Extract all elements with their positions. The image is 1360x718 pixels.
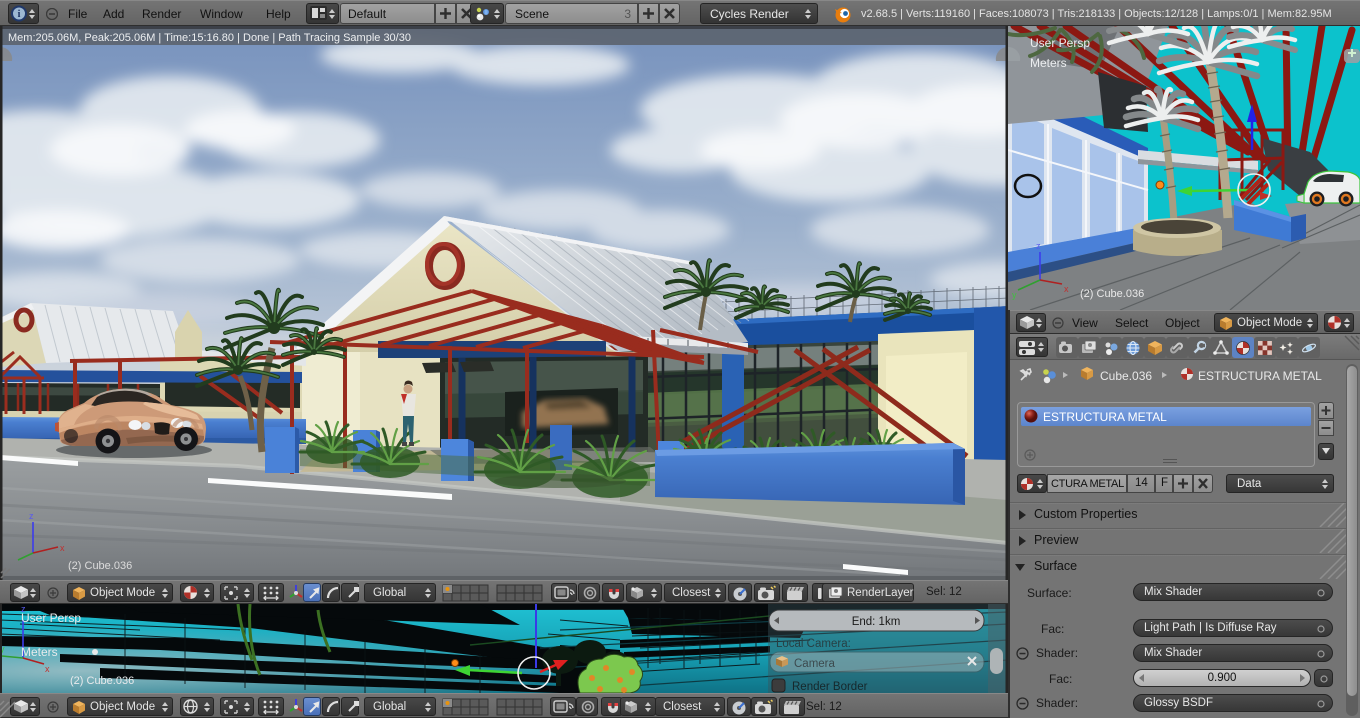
svg-text:Cube.036: Cube.036 [1100, 369, 1152, 383]
svg-text:x: x [45, 664, 50, 674]
svg-text:End: 1km: End: 1km [852, 616, 901, 628]
svg-text:x: x [60, 543, 65, 553]
svg-text:y: y [1012, 290, 1017, 300]
svg-text:Render Border: Render Border [792, 681, 868, 693]
svg-text:x: x [1064, 284, 1069, 294]
svg-text:Camera: Camera [794, 658, 836, 670]
svg-text:i: i [18, 9, 21, 20]
svg-text:User Persp: User Persp [21, 611, 81, 625]
svg-text:z: z [29, 511, 34, 521]
svg-text:(2) Cube.036: (2) Cube.036 [70, 675, 134, 687]
svg-text:(2) Cube.036: (2) Cube.036 [1080, 288, 1144, 300]
svg-text:z: z [1036, 241, 1041, 251]
svg-text:ESTRUCTURA METAL: ESTRUCTURA METAL [1198, 369, 1322, 383]
svg-text:Mem:205.06M, Peak:205.06M | Ti: Mem:205.06M, Peak:205.06M | Time:15:16.8… [8, 32, 411, 44]
svg-text:Meters: Meters [21, 645, 58, 659]
svg-text:Meters: Meters [1030, 56, 1067, 70]
svg-text:(2) Cube.036: (2) Cube.036 [68, 560, 132, 572]
svg-text:User Persp: User Persp [1030, 36, 1090, 50]
svg-text:Local Camera:: Local Camera: [776, 638, 851, 650]
